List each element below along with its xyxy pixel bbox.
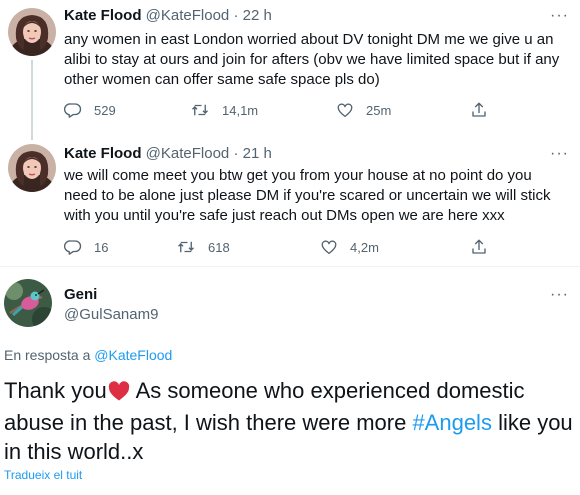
display-name[interactable]: Kate Flood <box>64 7 142 24</box>
retweet-icon <box>176 238 196 256</box>
avatar[interactable] <box>8 8 56 56</box>
tweet-header: Kate Flood @KateFlood · 22 h <box>64 6 272 26</box>
thread-tweet-2[interactable]: Kate Flood @KateFlood · 21 h ··· we will… <box>0 140 580 265</box>
translate-tweet-link[interactable]: Tradueix el tuit <box>4 467 82 483</box>
reply-to-handle-link[interactable]: @KateFlood <box>94 347 172 363</box>
red-heart-emoji <box>108 379 130 408</box>
more-icon[interactable]: ··· <box>550 287 569 303</box>
timestamp[interactable]: 22 h <box>243 7 272 24</box>
share-icon <box>470 238 488 256</box>
timestamp[interactable]: 21 h <box>243 145 272 162</box>
avatar[interactable] <box>4 279 52 327</box>
like-button[interactable]: 4,2m <box>320 237 379 257</box>
retweet-button[interactable]: 618 <box>176 237 230 257</box>
thread-tweet-1[interactable]: Kate Flood @KateFlood · 22 h ··· any wom… <box>0 0 580 135</box>
separator-dot: · <box>233 7 239 24</box>
author-name[interactable]: Geni <box>64 285 97 305</box>
hashtag-link[interactable]: #Angels <box>412 410 492 435</box>
retweet-count: 14,1m <box>222 102 259 118</box>
more-icon[interactable]: ··· <box>550 8 569 24</box>
user-handle[interactable]: @KateFlood <box>146 145 230 162</box>
tweet-actions: 16 618 4,2m <box>64 237 504 257</box>
retweet-button[interactable]: 14,1m <box>190 100 258 120</box>
share-icon <box>470 101 488 119</box>
reply-button[interactable]: 529 <box>64 100 116 120</box>
user-handle[interactable]: @KateFlood <box>146 7 230 24</box>
tweet-text: we will come meet you btw get you from y… <box>64 167 551 224</box>
share-button[interactable] <box>470 237 488 257</box>
tweet-header: Kate Flood @KateFlood · 21 h <box>64 144 272 164</box>
like-count: 25m <box>366 102 392 118</box>
separator-dot: · <box>233 145 239 162</box>
more-icon[interactable]: ··· <box>550 146 569 162</box>
reply-count: 16 <box>94 239 109 255</box>
reply-button[interactable]: 16 <box>64 237 108 257</box>
tweet-text: any women in east London worried about D… <box>64 31 560 88</box>
share-button[interactable] <box>470 100 488 120</box>
heart-icon <box>320 238 338 256</box>
retweet-count: 618 <box>208 239 230 255</box>
display-name[interactable]: Kate Flood <box>64 145 142 162</box>
like-count: 4,2m <box>350 239 379 255</box>
text-part: Thank you <box>4 378 107 403</box>
author-handle[interactable]: @GulSanam9 <box>64 305 158 325</box>
reply-context: En resposta a @KateFlood <box>4 346 172 364</box>
tweet-actions: 529 14,1m 25m <box>64 100 504 120</box>
like-button[interactable]: 25m <box>336 100 391 120</box>
reply-count: 529 <box>94 102 116 118</box>
avatar[interactable] <box>8 144 56 192</box>
reply-prefix: En resposta a <box>4 347 91 363</box>
retweet-icon <box>190 101 210 119</box>
reply-icon <box>64 101 82 119</box>
heart-icon <box>336 101 354 119</box>
reply-icon <box>64 238 82 256</box>
main-tweet-text: Thank you As someone who experienced dom… <box>4 376 574 466</box>
